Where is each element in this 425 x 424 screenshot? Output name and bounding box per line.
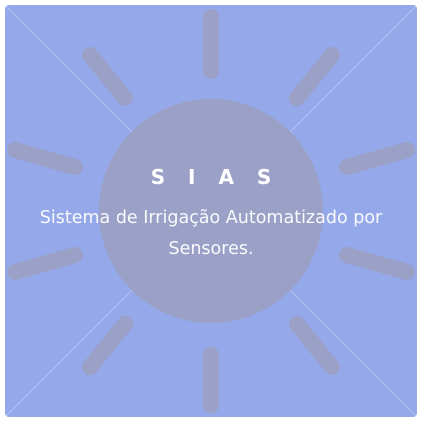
card-title: S I A S [150, 165, 280, 189]
project-card[interactable]: S I A S Sistema de Irrigação Automatizad… [5, 5, 417, 417]
card-content: S I A S Sistema de Irrigação Automatizad… [5, 5, 417, 417]
card-subtitle: Sistema de Irrigação Automatizado por Se… [39, 208, 383, 259]
